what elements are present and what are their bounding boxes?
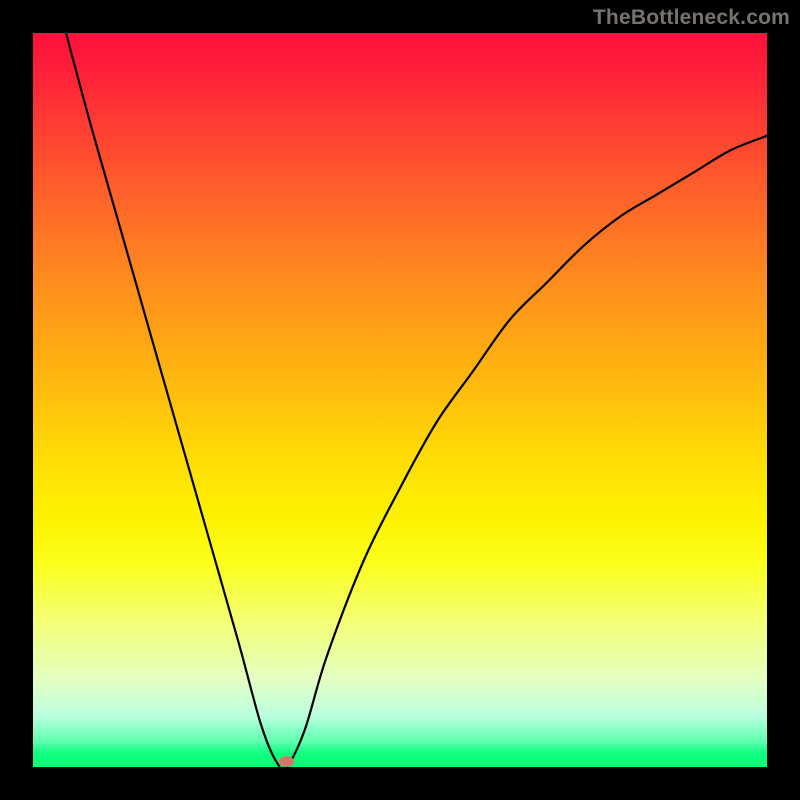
optimal-point-marker [279,756,294,767]
plot-area [33,33,767,767]
chart-frame: TheBottleneck.com [0,0,800,800]
watermark-text: TheBottleneck.com [593,6,790,30]
bottleneck-curve [33,33,767,767]
